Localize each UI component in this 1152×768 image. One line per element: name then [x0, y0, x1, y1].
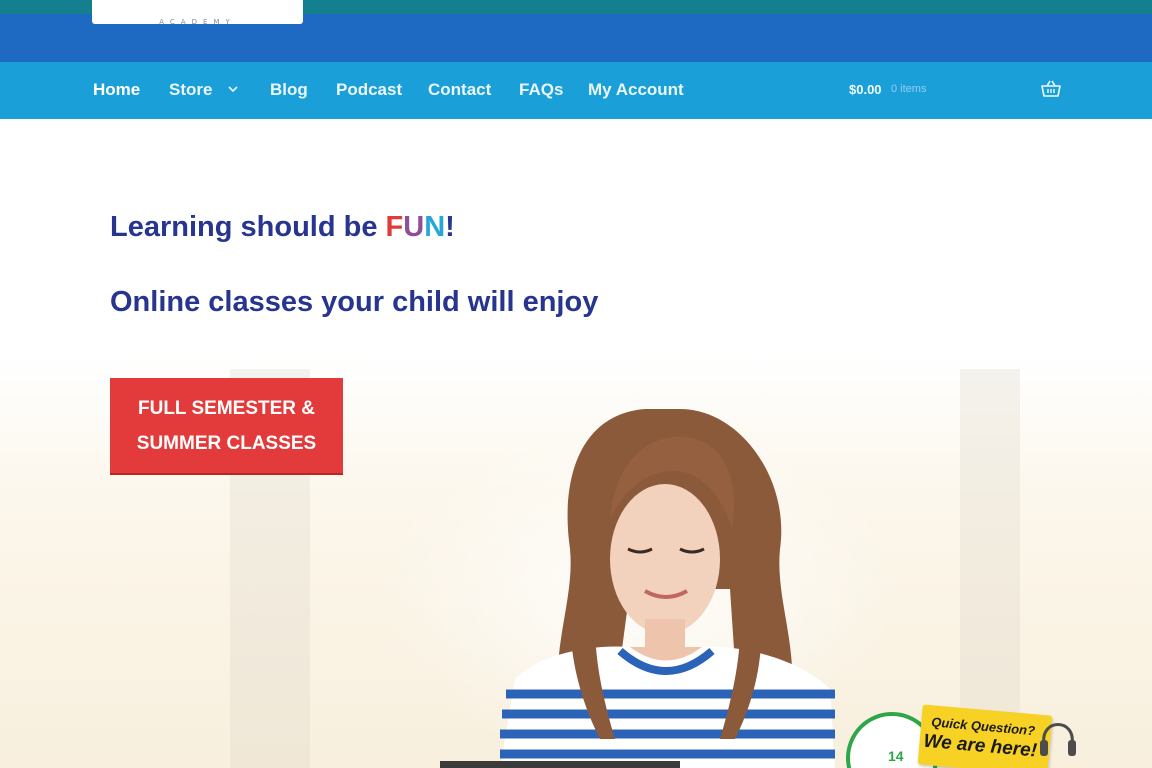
headset-icon — [1040, 723, 1076, 756]
fun-letter-f: F — [385, 211, 404, 243]
cart-count[interactable]: 0 items — [891, 83, 926, 95]
logo-subtext: ACADEMY — [159, 18, 236, 26]
basket-icon[interactable] — [1041, 80, 1061, 98]
cta-line-1: FULL SEMESTER & — [138, 398, 315, 419]
fun-letter-n: N — [424, 211, 446, 243]
cart-total[interactable]: $0.00 — [849, 82, 882, 97]
nav-faqs[interactable]: FAQs — [519, 80, 563, 100]
chat-sticky-note[interactable]: Quick Question? We are here! — [917, 704, 1053, 768]
hero-headline: Learning should be FUN! — [110, 211, 455, 244]
chat-widget[interactable]: 14 Quick Question? We are here! — [842, 704, 1082, 768]
hero-subheadline: Online classes your child will enjoy — [110, 286, 599, 318]
nav-store[interactable]: Store — [169, 80, 212, 100]
nav-podcast[interactable]: Podcast — [336, 80, 402, 100]
site-logo[interactable]: ACADEMY — [92, 0, 303, 26]
main-navigation: Home Store Blog Podcast Contact FAQs My … — [0, 62, 1152, 119]
girl-with-laptop-photo — [440, 409, 835, 768]
nav-blog[interactable]: Blog — [270, 80, 308, 100]
cta-line-2: SUMMER CLASSES — [136, 433, 317, 454]
nav-contact[interactable]: Contact — [428, 80, 491, 100]
headline-prefix: Learning should be — [110, 211, 386, 243]
fun-exclamation: ! — [445, 211, 455, 243]
fun-letter-u: U — [403, 211, 425, 243]
nav-home[interactable]: Home — [93, 80, 140, 100]
nav-my-account[interactable]: My Account — [588, 80, 684, 100]
chevron-down-icon[interactable] — [226, 82, 240, 96]
chat-badge-number: 14 — [888, 748, 904, 764]
hero-section: Learning should be FUN! Online classes y… — [0, 119, 1152, 768]
site-header: ACADEMY — [0, 0, 1152, 62]
full-semester-summer-classes-button[interactable]: FULL SEMESTER & SUMMER CLASSES — [110, 378, 343, 475]
